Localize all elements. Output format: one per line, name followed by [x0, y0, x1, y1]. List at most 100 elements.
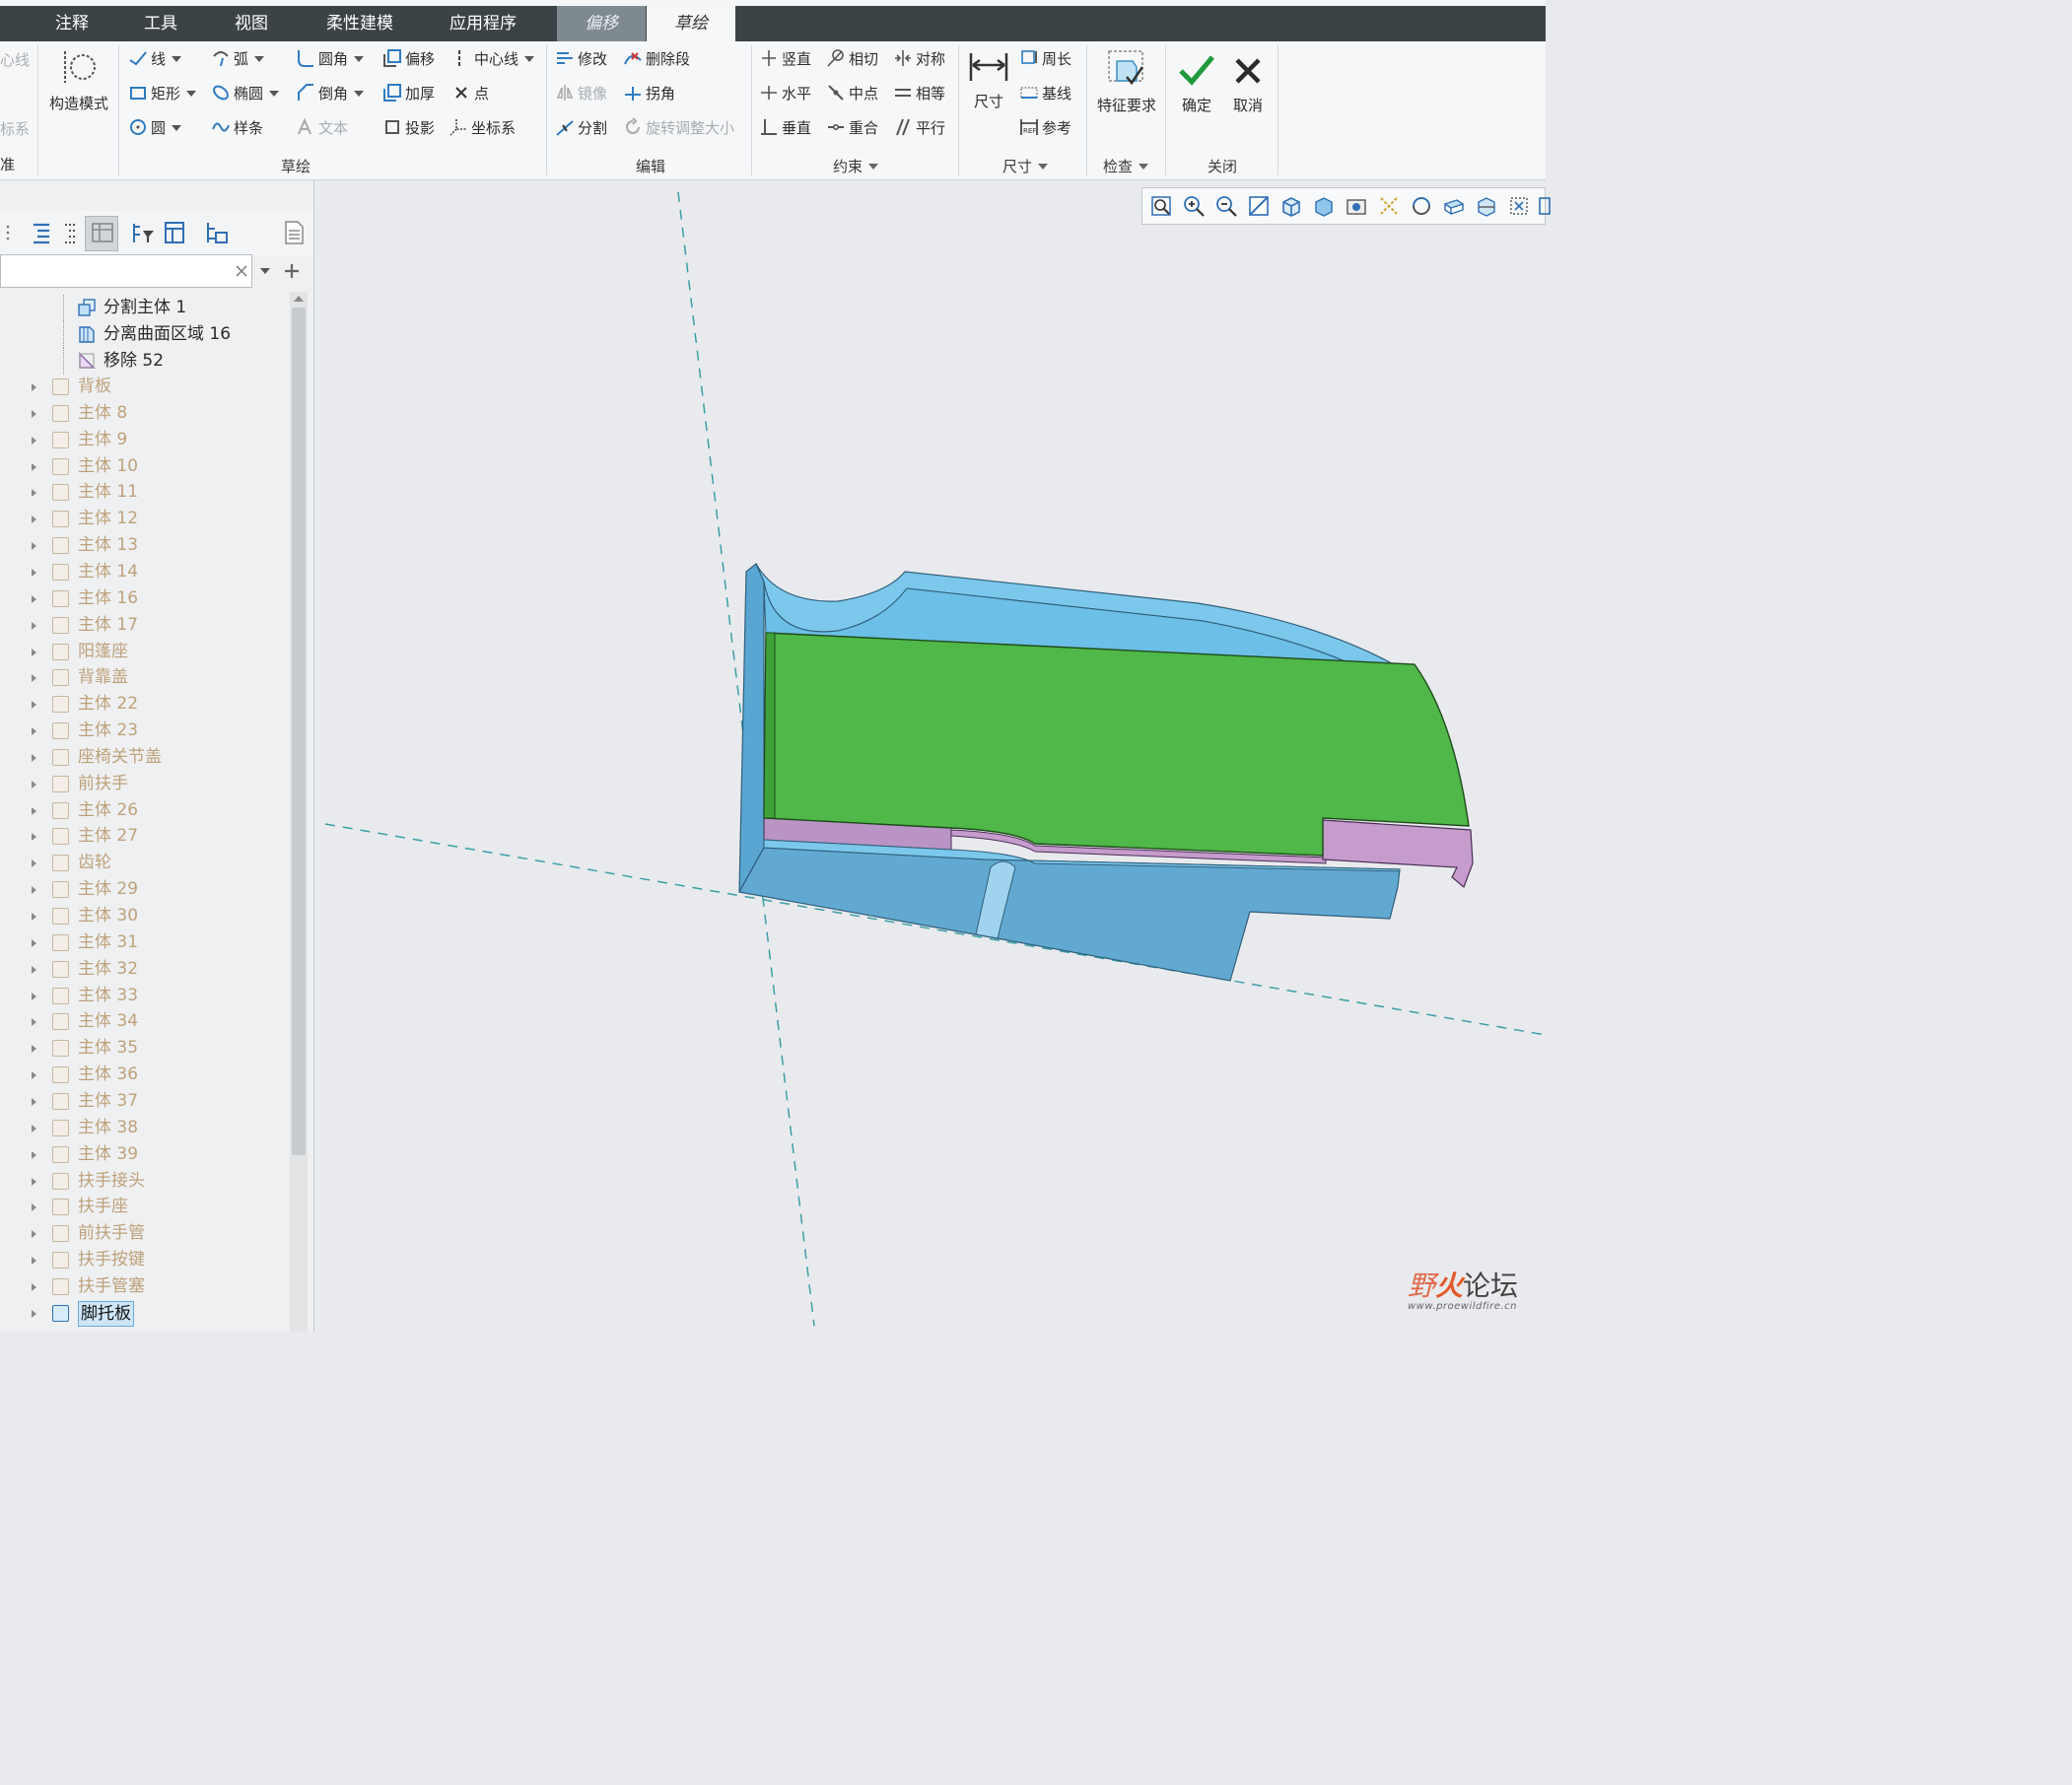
expand-arrow-icon[interactable]: [32, 674, 36, 683]
tree-body-item[interactable]: 主体 9: [0, 427, 288, 453]
tree-body-item[interactable]: 阳篷座: [0, 639, 288, 665]
tree-feature-item[interactable]: 移除 52: [0, 347, 288, 375]
expand-arrow-icon[interactable]: [32, 859, 36, 868]
spline-button[interactable]: 样条: [211, 117, 263, 139]
tab-applications[interactable]: 应用程序: [434, 6, 532, 41]
expand-arrow-icon[interactable]: [32, 727, 36, 736]
add-icon[interactable]: [282, 261, 302, 281]
tree-body-item[interactable]: 主体 26: [0, 797, 288, 824]
panel-grip-icon[interactable]: [2, 219, 30, 246]
tree-filter-icon[interactable]: [130, 219, 158, 246]
tree-show-icon[interactable]: [203, 219, 231, 246]
line-button[interactable]: 线: [128, 48, 182, 70]
tree-body-item[interactable]: 背靠盖: [0, 664, 288, 691]
modify-button[interactable]: 修改: [555, 48, 607, 70]
coordinate-system-button[interactable]: 坐标系: [449, 117, 516, 139]
expand-arrow-icon[interactable]: [32, 594, 36, 603]
expand-arrow-icon[interactable]: [32, 1071, 36, 1080]
cancel-button[interactable]: 取消: [1226, 51, 1270, 115]
thicken-button[interactable]: 加厚: [382, 83, 435, 104]
horizontal-constraint-button[interactable]: 水平: [759, 83, 811, 104]
expand-arrow-icon[interactable]: [32, 965, 36, 974]
tree-body-item[interactable]: 主体 29: [0, 876, 288, 903]
tree-body-item[interactable]: 主体 23: [0, 718, 288, 744]
tree-body-item[interactable]: 扶手按键: [0, 1247, 288, 1273]
tree-body-item[interactable]: 主体 16: [0, 585, 288, 612]
view-manager-icon[interactable]: [1345, 194, 1368, 218]
tree-body-item[interactable]: 座椅关节盖: [0, 744, 288, 771]
tab-sketch[interactable]: 草绘: [647, 6, 735, 41]
tree-body-item[interactable]: 主体 31: [0, 929, 288, 956]
rectangle-button[interactable]: 矩形: [128, 83, 197, 104]
expand-arrow-icon[interactable]: [32, 462, 36, 471]
spin-center-icon[interactable]: [1410, 194, 1433, 218]
offset-button[interactable]: 偏移: [382, 48, 435, 70]
expand-arrow-icon[interactable]: [32, 1282, 36, 1291]
expand-arrow-icon[interactable]: [32, 1097, 36, 1106]
perpendicular-constraint-button[interactable]: 垂直: [759, 117, 811, 139]
tree-collapse-icon[interactable]: [57, 219, 85, 246]
tree-body-item[interactable]: 齿轮: [0, 850, 288, 876]
tab-view[interactable]: 视图: [209, 6, 294, 41]
tree-body-item[interactable]: 前扶手: [0, 771, 288, 797]
scroll-up-icon[interactable]: [292, 294, 306, 304]
expand-arrow-icon[interactable]: [32, 1150, 36, 1159]
expand-arrow-icon[interactable]: [32, 780, 36, 789]
tree-settings-icon[interactable]: [162, 219, 189, 246]
centerline-button[interactable]: 中心线: [451, 48, 535, 70]
tree-body-item[interactable]: 主体 37: [0, 1088, 288, 1115]
perimeter-button[interactable]: 周长: [1019, 48, 1071, 70]
model-canvas[interactable]: [314, 180, 1546, 1332]
inspect-group-menu[interactable]: 检查: [1096, 156, 1155, 176]
tree-body-item[interactable]: 主体 38: [0, 1115, 288, 1141]
tree-body-item[interactable]: 主体 22: [0, 691, 288, 718]
expand-arrow-icon[interactable]: [32, 1257, 36, 1266]
repaint-icon[interactable]: [1247, 194, 1271, 218]
coord-cut-label[interactable]: 标系: [0, 118, 30, 140]
expand-arrow-icon[interactable]: [32, 515, 36, 524]
tree-body-item[interactable]: 主体 30: [0, 903, 288, 929]
constrain-group-menu[interactable]: 约束: [826, 156, 885, 176]
reference-button[interactable]: REF 参考: [1019, 117, 1071, 139]
parallel-constraint-button[interactable]: 平行: [893, 117, 945, 139]
tree-body-item[interactable]: 主体 34: [0, 1008, 288, 1035]
ellipse-button[interactable]: 椭圆: [211, 83, 280, 104]
expand-arrow-icon[interactable]: [32, 886, 36, 895]
chamfer-button[interactable]: 倒角: [296, 83, 365, 104]
vertical-constraint-button[interactable]: 竖直: [759, 48, 811, 70]
tree-body-item[interactable]: 主体 32: [0, 956, 288, 983]
expand-arrow-icon[interactable]: [32, 806, 36, 815]
annotation-display-icon[interactable]: [1442, 194, 1466, 218]
tree-search-input[interactable]: [0, 254, 252, 288]
tree-body-item[interactable]: 扶手接头: [0, 1168, 288, 1195]
expand-arrow-icon[interactable]: [32, 1203, 36, 1212]
expand-arrow-icon[interactable]: [32, 938, 36, 947]
expand-arrow-icon[interactable]: [32, 1309, 36, 1318]
construct-mode-button[interactable]: 构造模式: [43, 47, 114, 113]
tree-body-item[interactable]: 扶手管塞: [0, 1273, 288, 1300]
tab-annotate[interactable]: 注释: [30, 6, 114, 41]
project-button[interactable]: 投影: [382, 117, 435, 139]
expand-arrow-icon[interactable]: [32, 833, 36, 842]
baseline-button[interactable]: 基线: [1019, 83, 1071, 104]
expand-arrow-icon[interactable]: [32, 436, 36, 445]
search-dropdown-icon[interactable]: [258, 266, 272, 276]
tree-body-item[interactable]: 主体 12: [0, 506, 288, 532]
equal-constraint-button[interactable]: 相等: [893, 83, 945, 104]
zoom-in-icon[interactable]: [1182, 194, 1206, 218]
expand-arrow-icon[interactable]: [32, 409, 36, 418]
expand-arrow-icon[interactable]: [32, 913, 36, 921]
graphics-viewport[interactable]: [314, 180, 1546, 1332]
saved-orientations-icon[interactable]: [1279, 194, 1303, 218]
feature-requirements-button[interactable]: 特征要求: [1092, 47, 1161, 115]
tree-body-item[interactable]: 主体 35: [0, 1035, 288, 1062]
expand-arrow-icon[interactable]: [32, 701, 36, 710]
expand-arrow-icon[interactable]: [32, 1045, 36, 1054]
tree-body-item[interactable]: 主体 36: [0, 1062, 288, 1088]
expand-arrow-icon[interactable]: [32, 621, 36, 630]
expand-arrow-icon[interactable]: [32, 383, 36, 391]
coincident-constraint-button[interactable]: 重合: [826, 117, 878, 139]
tree-body-item[interactable]: 主体 14: [0, 559, 288, 585]
tree-body-item[interactable]: 主体 13: [0, 532, 288, 559]
divide-button[interactable]: 分割: [555, 117, 607, 139]
